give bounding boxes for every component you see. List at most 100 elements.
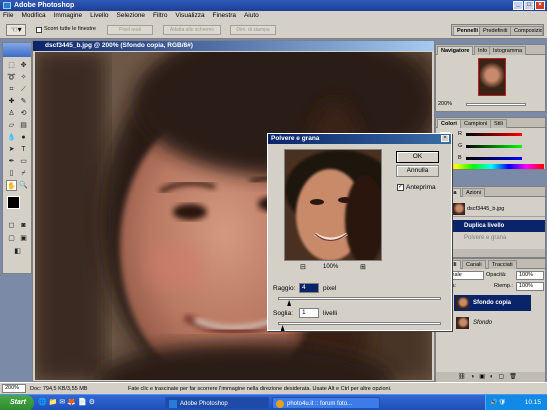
pen-tool-icon[interactable]: ✒ bbox=[6, 156, 17, 167]
print-size-button[interactable]: Dim. di stampa bbox=[230, 25, 276, 35]
threshold-input[interactable]: 1 bbox=[299, 308, 319, 318]
preview-checkbox[interactable]: ✓ bbox=[397, 184, 404, 191]
tab-navigator[interactable]: Navigatore bbox=[437, 46, 474, 55]
shape-tool-icon[interactable]: ▭ bbox=[18, 156, 29, 167]
screen-mode-full-icon[interactable]: ▣ bbox=[18, 233, 29, 244]
close-button[interactable]: × bbox=[535, 1, 545, 10]
dodge-tool-icon[interactable]: ● bbox=[18, 132, 29, 143]
menu-visualizza[interactable]: Visualizza bbox=[172, 11, 207, 21]
menu-aiuto[interactable]: Aiuto bbox=[241, 11, 262, 21]
radius-input[interactable]: 4 bbox=[299, 283, 319, 293]
menu-selezione[interactable]: Selezione bbox=[114, 11, 149, 21]
marquee-tool-icon[interactable]: ⬚ bbox=[6, 60, 17, 71]
menu-finestra[interactable]: Finestra bbox=[210, 11, 239, 21]
snapshot-thumbnail bbox=[452, 203, 465, 215]
tray-icons[interactable]: 🔊🛡 bbox=[490, 395, 507, 410]
hand-tool-icon[interactable]: ✋ bbox=[6, 180, 17, 191]
tab-presets[interactable]: Predefiniti bbox=[479, 26, 512, 35]
tab-channels[interactable]: Canali bbox=[462, 260, 486, 269]
imageready-icon[interactable]: ◧ bbox=[12, 246, 23, 257]
fit-screen-button[interactable]: Adatta allo schermo bbox=[163, 25, 221, 35]
color-spectrum-bar[interactable] bbox=[438, 164, 544, 169]
palette-well: Pennelli Predefiniti Composizioni livell… bbox=[451, 24, 544, 36]
layer-thumbnail bbox=[456, 317, 469, 329]
ok-button[interactable]: OK bbox=[396, 151, 439, 163]
lasso-tool-icon[interactable]: ➰ bbox=[6, 72, 17, 83]
layer-row-sfondo[interactable]: Sfondo bbox=[454, 315, 531, 331]
task-photoshop[interactable]: Adobe Photoshop bbox=[165, 397, 269, 409]
tab-color[interactable]: Colori bbox=[437, 119, 461, 128]
gradient-tool-icon[interactable]: ▤ bbox=[18, 120, 29, 131]
quick-mask-icon[interactable]: ◙ bbox=[18, 220, 29, 231]
channel-g-slider[interactable] bbox=[466, 145, 522, 148]
channel-g-label: G bbox=[458, 143, 463, 149]
eyedropper-tool-icon[interactable]: ⌿ bbox=[18, 168, 29, 179]
history-item-label: Duplica livello bbox=[464, 223, 505, 229]
menu-file[interactable]: File bbox=[0, 11, 16, 21]
zoom-tool-icon[interactable]: 🔍 bbox=[18, 180, 29, 191]
layer-row-sfondo-copia[interactable]: Sfondo copia bbox=[454, 295, 531, 311]
dialog-preview-image[interactable] bbox=[284, 149, 382, 261]
tab-actions[interactable]: Azioni bbox=[462, 188, 485, 197]
blur-tool-icon[interactable]: 💧 bbox=[6, 132, 17, 143]
task-browser[interactable]: photo4u.it :: forum foto... bbox=[272, 397, 380, 409]
history-brush-icon[interactable]: ⟲ bbox=[18, 108, 29, 119]
navigator-thumbnail[interactable] bbox=[478, 58, 506, 96]
opacity-field[interactable]: 100% bbox=[516, 271, 544, 280]
tab-paths[interactable]: Tracciati bbox=[488, 260, 517, 269]
quick-launch-icons[interactable]: 🌐📁✉🦊📄⚙ bbox=[38, 398, 158, 408]
type-tool-icon[interactable]: T bbox=[18, 144, 29, 155]
radius-slider[interactable] bbox=[278, 297, 441, 306]
threshold-slider[interactable] bbox=[278, 322, 441, 331]
history-item[interactable]: Duplica livello bbox=[450, 220, 545, 232]
tab-layer-comps[interactable]: Composizioni livelli bbox=[510, 26, 543, 35]
navigator-zoom-slider[interactable] bbox=[466, 103, 526, 106]
fill-field[interactable]: 100% bbox=[516, 282, 544, 291]
zoom-out-icon[interactable]: ⊟ bbox=[300, 263, 306, 271]
history-item-label: Polvere e grana bbox=[464, 235, 507, 241]
standard-mode-icon[interactable]: ◻ bbox=[6, 220, 17, 231]
actual-pixels-button[interactable]: Pixel reali bbox=[107, 25, 153, 35]
slice-tool-icon[interactable]: ⟋ bbox=[18, 84, 29, 95]
dialog-close-button[interactable]: × bbox=[441, 135, 449, 142]
cancel-button[interactable]: Annulla bbox=[396, 165, 439, 177]
move-tool-icon[interactable]: ✥ bbox=[18, 60, 29, 71]
notes-tool-icon[interactable]: ▯ bbox=[6, 168, 17, 179]
eraser-tool-icon[interactable]: ▱ bbox=[6, 120, 17, 131]
scroll-all-checkbox[interactable] bbox=[36, 27, 42, 33]
threshold-slider-thumb[interactable] bbox=[280, 325, 285, 331]
magic-wand-tool-icon[interactable]: ✧ bbox=[18, 72, 29, 83]
app-titlebar: Adobe Photoshop _ □ × bbox=[0, 0, 547, 11]
status-zoom[interactable]: 200% bbox=[2, 384, 26, 393]
menu-filtro[interactable]: Filtro bbox=[150, 11, 170, 21]
history-item[interactable]: Polvere e grana bbox=[450, 232, 545, 244]
maximize-button[interactable]: □ bbox=[524, 1, 534, 10]
tab-brushes[interactable]: Pennelli bbox=[453, 26, 483, 35]
navigator-zoom[interactable]: 200% bbox=[438, 101, 452, 107]
tab-styles[interactable]: Stili bbox=[490, 119, 507, 128]
layer-thumbnail bbox=[456, 297, 469, 309]
start-button[interactable]: Start bbox=[0, 395, 34, 410]
minimize-button[interactable]: _ bbox=[513, 1, 523, 10]
tab-histogram[interactable]: Istogramma bbox=[489, 46, 527, 55]
zoom-in-icon[interactable]: ⊞ bbox=[360, 263, 366, 271]
tab-swatches[interactable]: Campioni bbox=[460, 119, 492, 128]
foreground-color-swatch[interactable] bbox=[7, 196, 20, 209]
screen-mode-standard-icon[interactable]: ▢ bbox=[6, 233, 17, 244]
clone-stamp-icon[interactable]: ♙ bbox=[6, 108, 17, 119]
menu-modifica[interactable]: Modifica bbox=[18, 11, 48, 21]
brush-tool-icon[interactable]: ✎ bbox=[18, 96, 29, 107]
menu-immagine[interactable]: Immagine bbox=[51, 11, 86, 21]
hand-tool-preset-icon[interactable]: ☜▾ bbox=[6, 24, 26, 36]
layers-footer-buttons[interactable]: ⛓◑▣◐▢🗑 bbox=[436, 372, 545, 382]
channel-b-slider[interactable] bbox=[466, 157, 522, 160]
menu-livello[interactable]: Livello bbox=[87, 11, 111, 21]
radius-slider-thumb[interactable] bbox=[287, 300, 292, 306]
crop-tool-icon[interactable]: ⌗ bbox=[6, 84, 17, 95]
task-label: photo4u.it :: forum foto... bbox=[287, 401, 353, 407]
healing-brush-icon[interactable]: ✚ bbox=[6, 96, 17, 107]
opacity-label: Opacità: bbox=[486, 272, 507, 278]
history-snapshot[interactable]: dscf3445_b.jpg bbox=[450, 201, 545, 217]
path-selection-icon[interactable]: ➤ bbox=[6, 144, 17, 155]
channel-r-slider[interactable] bbox=[466, 133, 522, 136]
